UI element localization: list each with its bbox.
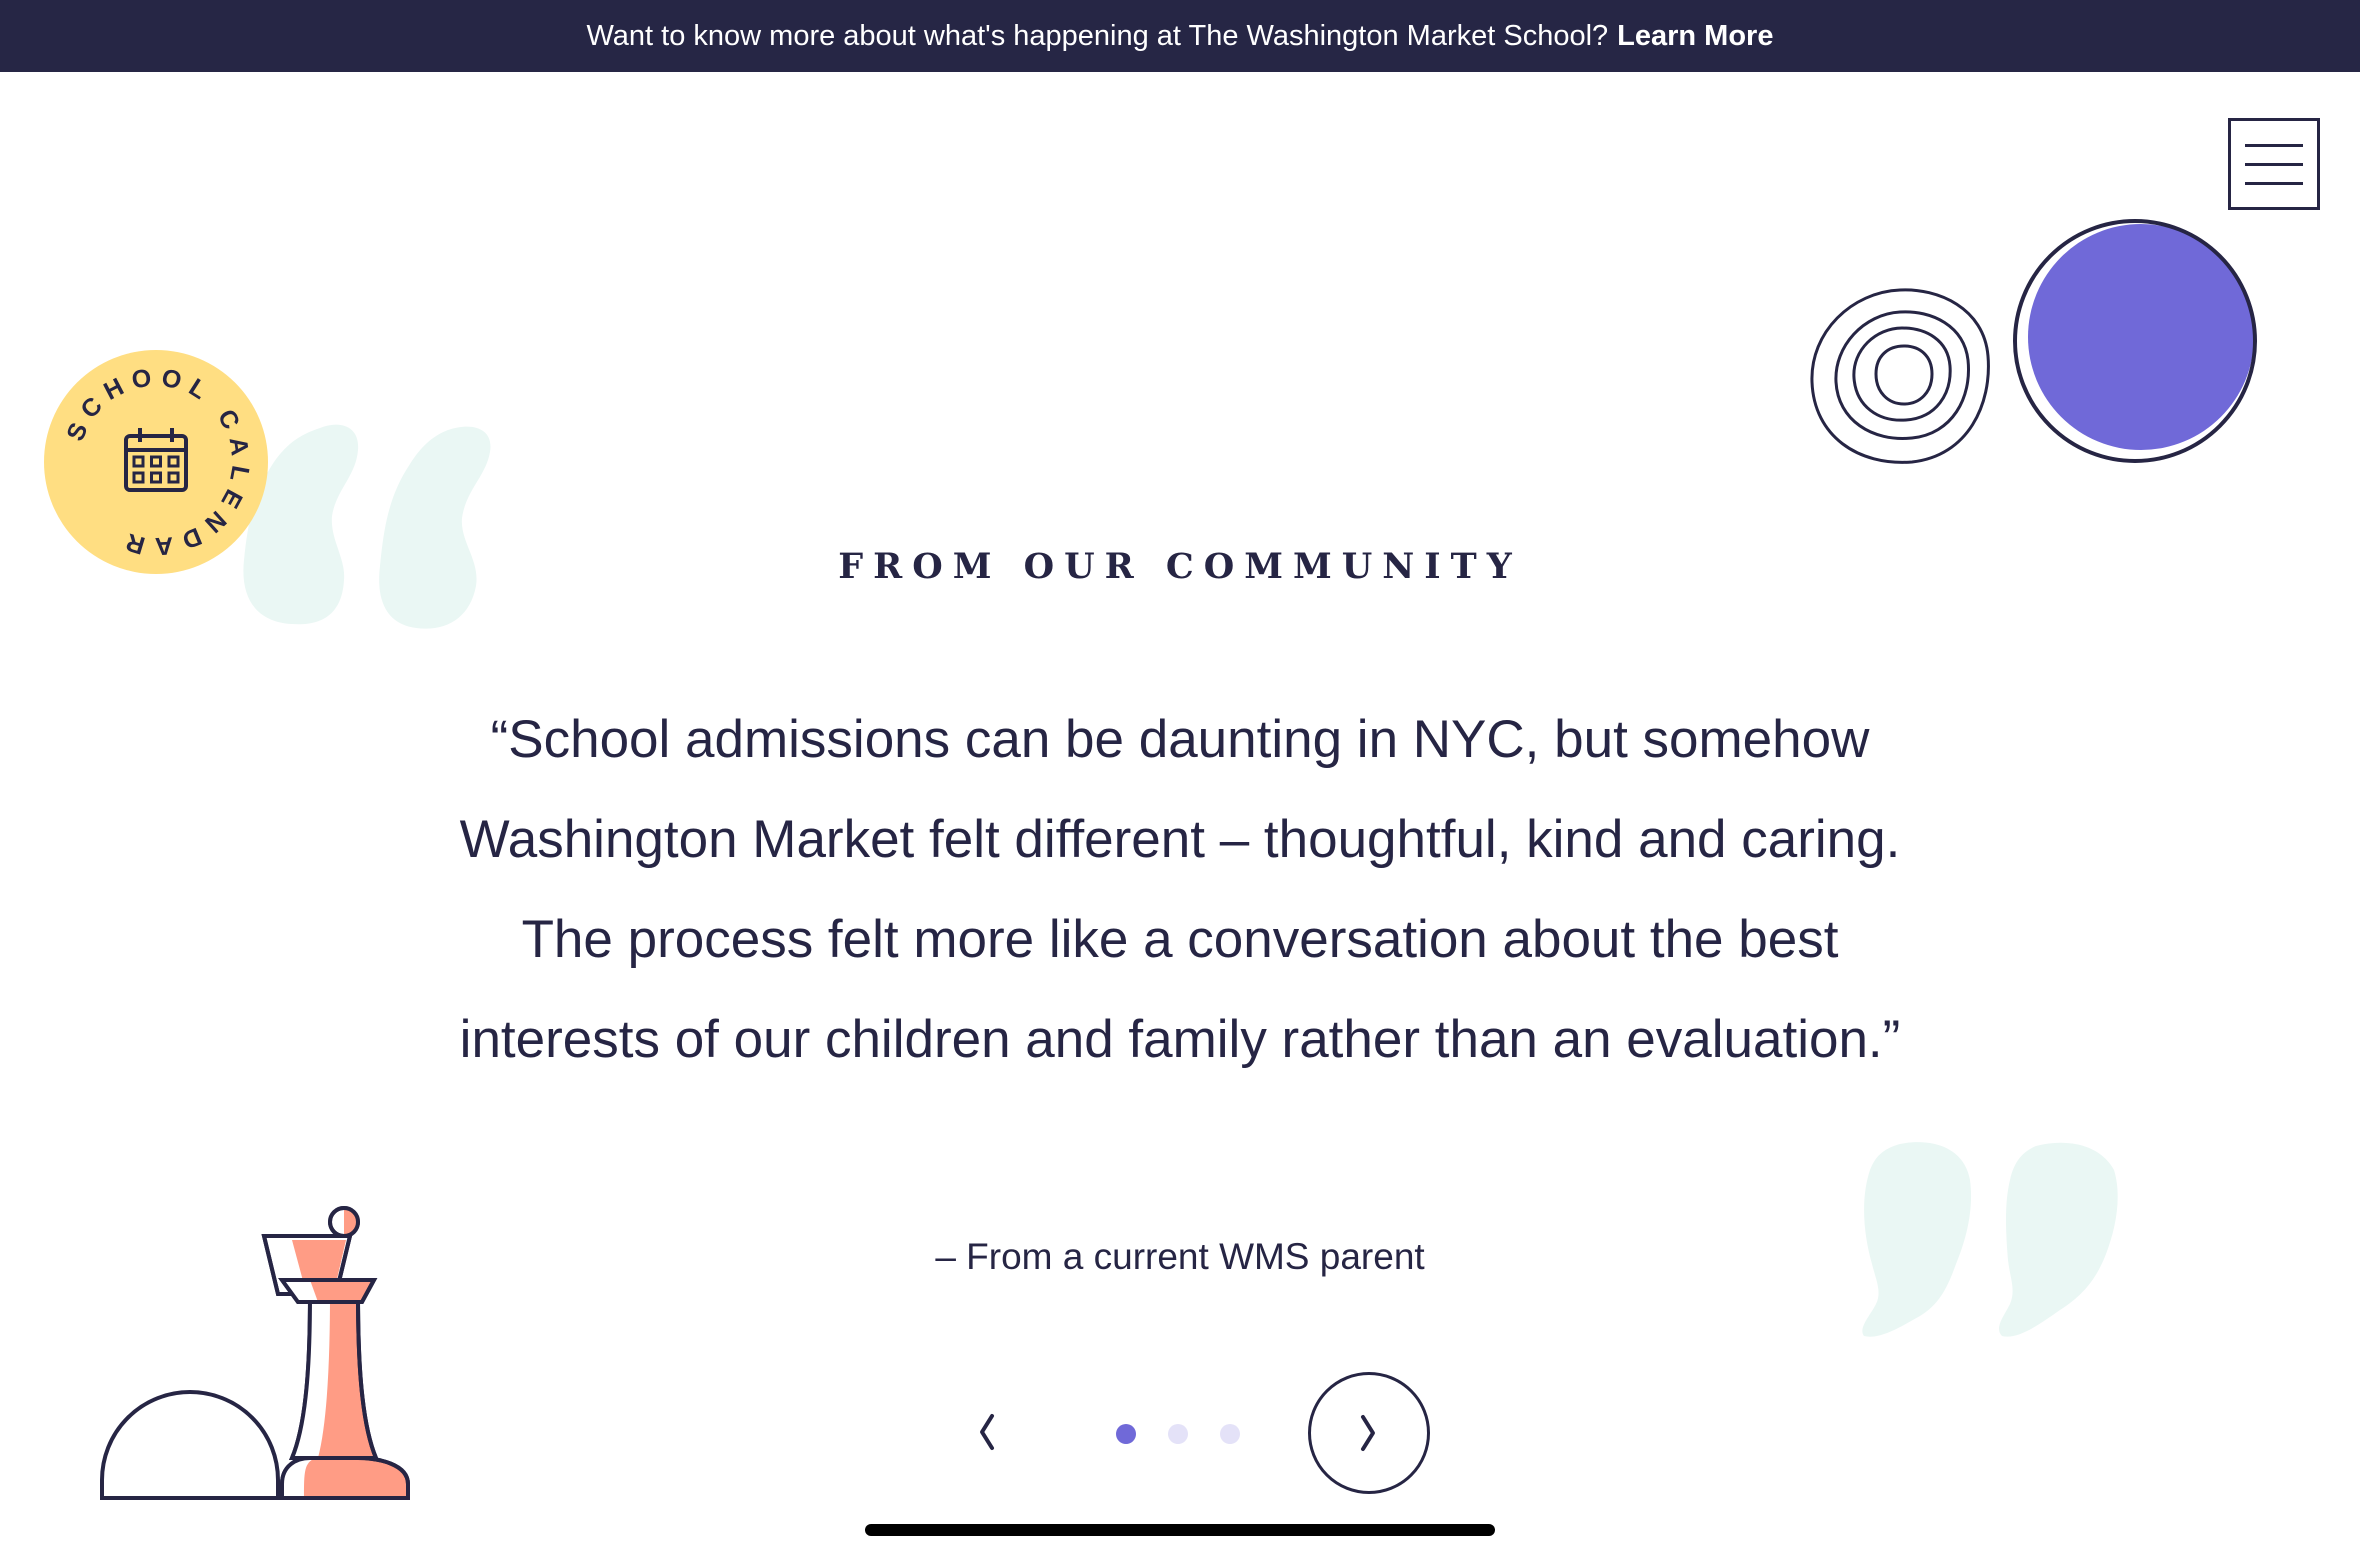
purple-circle-illustration <box>2013 219 2257 463</box>
announcement-bar: Want to know more about what's happening… <box>0 0 2360 72</box>
carousel-dot-2[interactable] <box>1168 1424 1188 1444</box>
open-quote-decoration <box>243 424 491 629</box>
section-eyebrow: FROM OUR COMMUNITY <box>838 546 1522 587</box>
announcement-message: Want to know more about what's happening… <box>586 19 1609 52</box>
hamburger-menu-button[interactable] <box>2228 118 2320 210</box>
carousel-pagination <box>1116 1424 1240 1444</box>
hamburger-menu-icon <box>2245 143 2303 147</box>
home-indicator <box>865 1524 1495 1536</box>
learn-more-link[interactable]: Learn More <box>1617 20 1773 53</box>
school-calendar-badge[interactable]: SCHOOL CALENDAR <box>44 350 268 574</box>
carousel-dot-1[interactable] <box>1116 1424 1136 1444</box>
chevron-left-icon <box>980 1414 994 1450</box>
testimonial-attribution: – From a current WMS parent <box>935 1236 1425 1277</box>
carousel-next-button[interactable] <box>1308 1372 1430 1494</box>
carousel-prev-button[interactable] <box>956 1402 1016 1462</box>
testimonial-quote: “School admissions can be daunting in NY… <box>459 710 1901 1069</box>
carousel-dot-3[interactable] <box>1220 1424 1240 1444</box>
concentric-rings-illustration <box>1810 288 1990 464</box>
chevron-right-icon <box>1361 1415 1375 1451</box>
